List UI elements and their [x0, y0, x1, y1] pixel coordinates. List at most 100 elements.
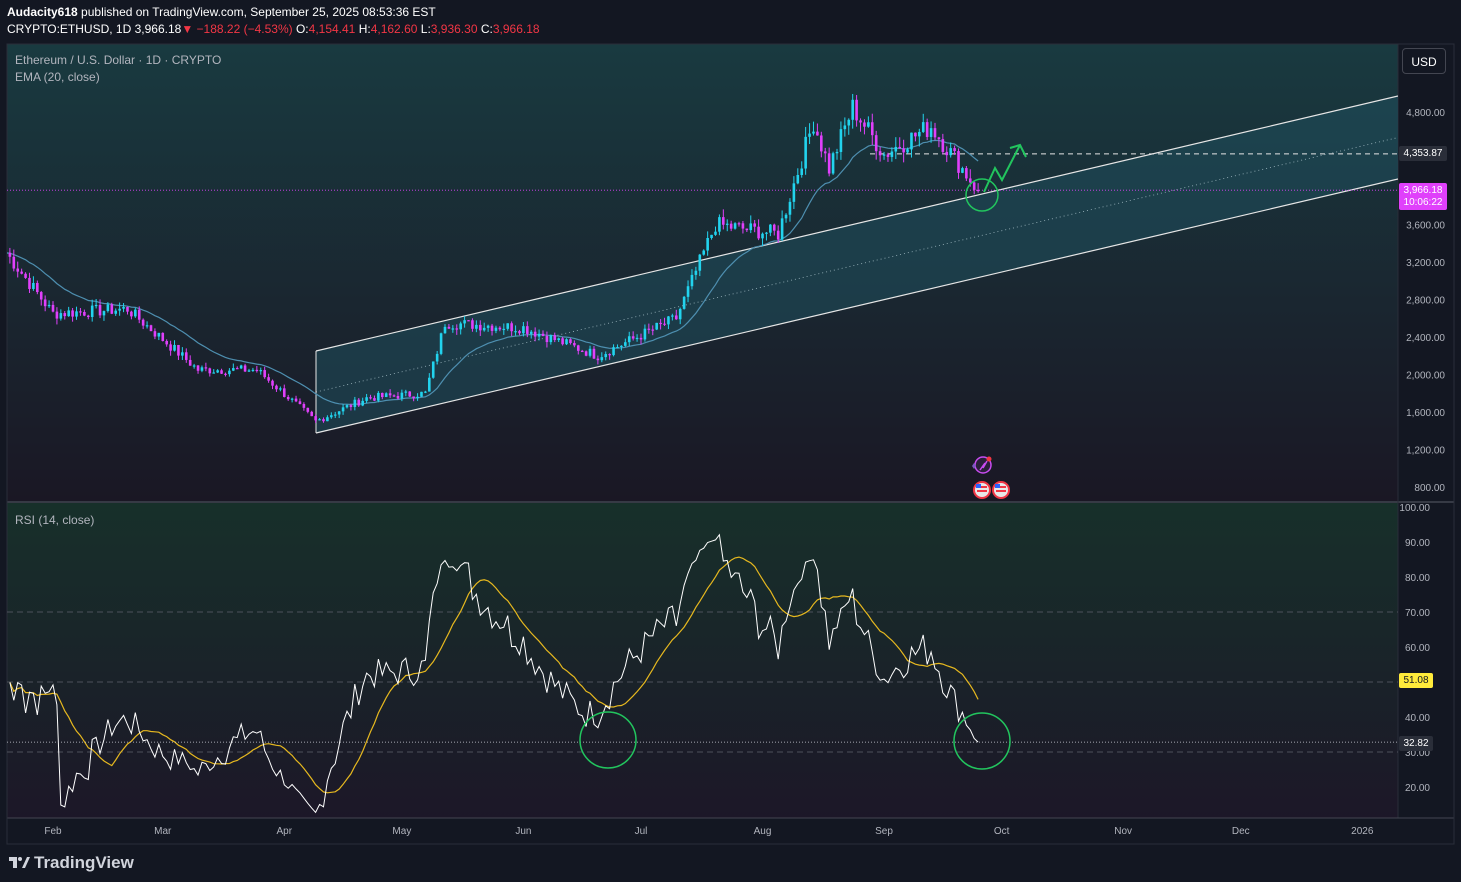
candle-body[interactable] [937, 137, 941, 140]
candle-body[interactable] [165, 340, 168, 345]
candle-body[interactable] [674, 315, 678, 320]
candle-body[interactable] [772, 224, 776, 231]
candle-body[interactable] [710, 234, 713, 238]
candle-body[interactable] [169, 344, 172, 351]
candle-body[interactable] [357, 399, 361, 406]
candle-body[interactable] [388, 393, 392, 396]
candle-body[interactable] [428, 377, 431, 392]
candle-body[interactable] [686, 286, 690, 297]
candle-body[interactable] [882, 154, 886, 156]
candle-body[interactable] [831, 153, 835, 174]
candle-body[interactable] [729, 223, 733, 229]
candle-body[interactable] [420, 391, 423, 397]
candle-body[interactable] [94, 304, 98, 307]
candle-body[interactable] [302, 404, 306, 408]
candle-body[interactable] [918, 131, 921, 137]
candle-body[interactable] [874, 135, 878, 152]
candle-body[interactable] [318, 419, 321, 421]
candle-body[interactable] [130, 311, 133, 317]
candle-body[interactable] [494, 327, 498, 331]
candle-body[interactable] [192, 365, 196, 367]
candle-body[interactable] [396, 396, 400, 399]
candle-body[interactable] [200, 367, 204, 371]
candle-body[interactable] [816, 131, 819, 136]
candle-body[interactable] [102, 311, 106, 316]
candle-body[interactable] [522, 326, 525, 334]
candle-body[interactable] [235, 368, 239, 370]
candle-body[interactable] [914, 132, 917, 137]
candle-body[interactable] [541, 333, 545, 336]
candle-body[interactable] [267, 377, 270, 381]
candle-body[interactable] [765, 232, 768, 234]
candle-body[interactable] [212, 372, 216, 374]
candle-body[interactable] [804, 136, 807, 169]
candle-body[interactable] [443, 326, 447, 334]
candle-body[interactable] [216, 370, 219, 373]
candle-body[interactable] [796, 174, 800, 184]
candle-body[interactable] [839, 129, 843, 152]
candle-body[interactable] [910, 132, 913, 150]
candle-body[interactable] [369, 397, 372, 399]
candle-body[interactable] [298, 401, 302, 405]
candle-body[interactable] [612, 347, 615, 356]
candle-body[interactable] [580, 350, 584, 353]
candle-body[interactable] [518, 331, 521, 334]
rsi-pane[interactable] [7, 503, 1398, 818]
candle-body[interactable] [867, 122, 870, 127]
candle-body[interactable] [71, 310, 74, 317]
candle-body[interactable] [333, 414, 337, 416]
candle-body[interactable] [43, 299, 47, 307]
candle-body[interactable] [718, 217, 721, 232]
candle-body[interactable] [961, 168, 964, 173]
chart-canvas[interactable]: 800.00 1,200.00 1,600.00 2,000.00 2,400.00 2,… [0, 0, 1461, 882]
candle-body[interactable] [59, 313, 63, 319]
candle-body[interactable] [110, 304, 114, 314]
candle-body[interactable] [886, 154, 890, 157]
candle-body[interactable] [733, 223, 737, 229]
candle-body[interactable] [902, 148, 905, 153]
candle-body[interactable] [616, 347, 619, 349]
candle-body[interactable] [827, 153, 831, 174]
candle-body[interactable] [16, 268, 20, 272]
candle-body[interactable] [624, 342, 627, 346]
candle-body[interactable] [968, 178, 972, 183]
candle-body[interactable] [294, 398, 298, 402]
candle-body[interactable] [749, 223, 753, 231]
candle-body[interactable] [486, 325, 490, 328]
candle-body[interactable] [416, 396, 419, 399]
candle-body[interactable] [608, 354, 611, 356]
candle-body[interactable] [478, 324, 482, 331]
candle-body[interactable] [404, 391, 408, 393]
candle-body[interactable] [573, 343, 576, 346]
candle-body[interactable] [310, 411, 314, 417]
candle-body[interactable] [722, 217, 725, 225]
candle-body[interactable] [455, 328, 459, 330]
candle-body[interactable] [627, 336, 631, 343]
candle-body[interactable] [447, 326, 451, 329]
candle-body[interactable] [855, 99, 858, 121]
candle-body[interactable] [275, 385, 278, 390]
candle-body[interactable] [906, 149, 909, 153]
candle-body[interactable] [86, 315, 90, 317]
candle-body[interactable] [643, 328, 647, 340]
candle-body[interactable] [635, 337, 639, 340]
candle-body[interactable] [788, 201, 792, 215]
candle-body[interactable] [181, 352, 184, 356]
candle-body[interactable] [702, 250, 706, 255]
candle-body[interactable] [232, 368, 235, 371]
candle-body[interactable] [134, 309, 137, 317]
candle-body[interactable] [118, 308, 121, 311]
candle-body[interactable] [24, 273, 27, 278]
candle-body[interactable] [392, 395, 396, 397]
candle-body[interactable] [561, 338, 564, 345]
candle-body[interactable] [114, 310, 118, 314]
candle-body[interactable] [823, 151, 827, 154]
candle-body[interactable] [757, 226, 760, 239]
candle-body[interactable] [843, 125, 847, 130]
candle-body[interactable] [322, 419, 325, 422]
candle-body[interactable] [780, 218, 784, 240]
candle-body[interactable] [553, 335, 557, 341]
candle-body[interactable] [972, 182, 976, 190]
candle-body[interactable] [502, 328, 506, 331]
candle-body[interactable] [106, 304, 110, 312]
